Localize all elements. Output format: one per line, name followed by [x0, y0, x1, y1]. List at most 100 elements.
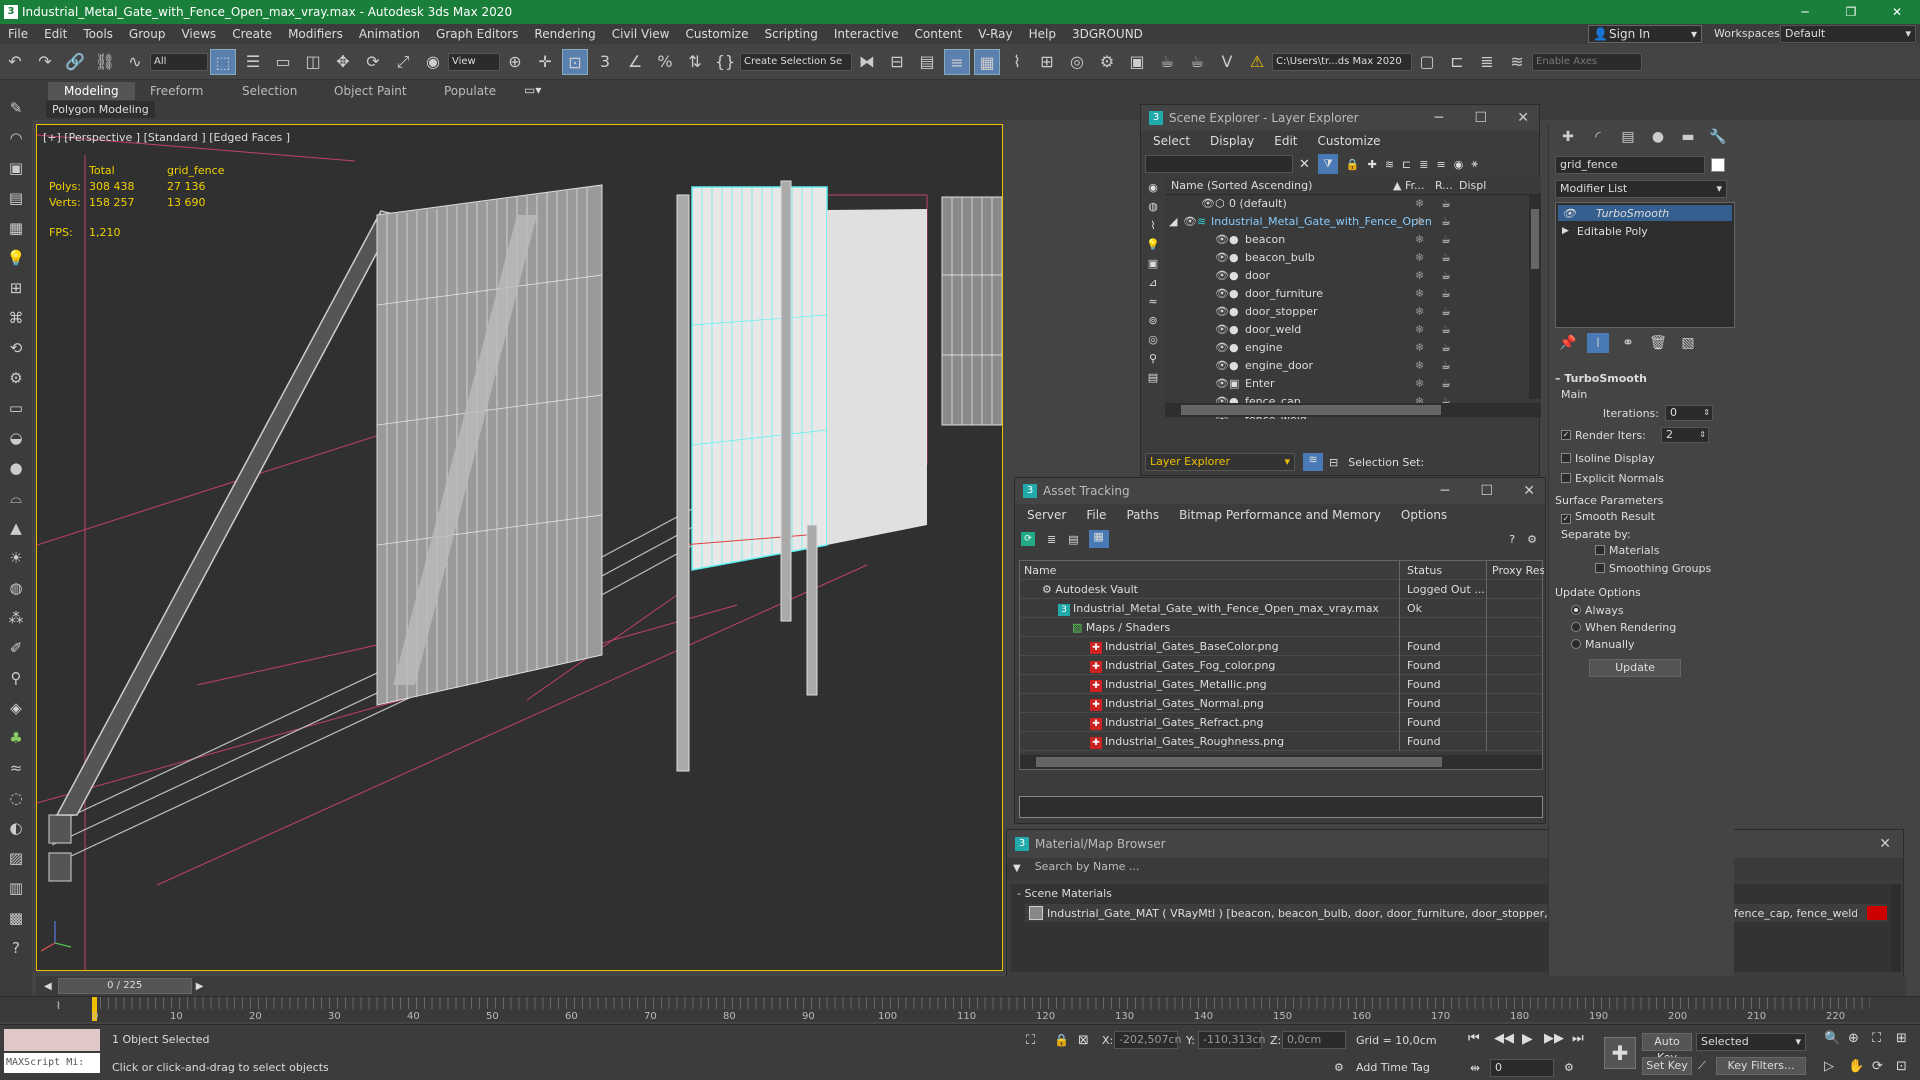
zoom-extents-icon[interactable]: ⛶	[1872, 1031, 1881, 1046]
tab-populate[interactable]: Populate	[428, 82, 512, 100]
explicit-normals-checkbox[interactable]	[1561, 473, 1571, 483]
material-icon[interactable]: ◐	[4, 816, 28, 840]
asset-row[interactable]: ✚ Industrial_Gates_Roughness.png Found	[1020, 732, 1542, 751]
vray-icon[interactable]: V	[1214, 49, 1240, 75]
materials-checkbox[interactable]	[1595, 545, 1605, 555]
motion-tab-icon[interactable]: ●	[1647, 127, 1669, 147]
sort-icon[interactable]: ≣	[1419, 158, 1428, 171]
y-coordinate-field[interactable]: -110,313cn	[1198, 1031, 1265, 1049]
project-folder-icon[interactable]: ▢	[1414, 49, 1440, 75]
freeze-icon[interactable]: ❄	[1415, 285, 1424, 303]
freeze-icon[interactable]: ❄	[1415, 321, 1424, 339]
lights-icon[interactable]: 💡	[1143, 238, 1163, 251]
render-icon[interactable]: ☕	[1441, 321, 1451, 339]
shapes-icon[interactable]: ⌇	[1143, 219, 1163, 232]
cloth-icon[interactable]: ◌	[4, 786, 28, 810]
eye-icon[interactable]: 👁	[1183, 213, 1197, 231]
layers-toggle-icon[interactable]: ≋	[1303, 453, 1323, 471]
object-name-field[interactable]: grid_fence	[1555, 156, 1705, 174]
settings-icon[interactable]: ▩	[4, 906, 28, 930]
always-radio[interactable]	[1571, 605, 1581, 615]
eye-icon[interactable]: 👁	[1215, 375, 1229, 393]
eye-icon[interactable]: 👁	[1215, 321, 1229, 339]
modify-tab-icon[interactable]: ◜	[1587, 127, 1609, 147]
asset-row[interactable]: ✚ Industrial_Gates_Normal.png Found	[1020, 694, 1542, 713]
freeze-icon[interactable]: ❄	[1415, 303, 1424, 321]
next-frame-icon[interactable]: ▶	[196, 981, 204, 992]
render-icon[interactable]: ☕	[1441, 303, 1451, 321]
reference-coord-select[interactable]: View	[448, 53, 500, 71]
configure-sets-icon[interactable]: ▧	[1677, 333, 1699, 353]
sync-icon[interactable]: ⚹	[1471, 157, 1478, 171]
cone-icon[interactable]: ◒	[4, 426, 28, 450]
cameras-icon[interactable]: ▣	[1143, 257, 1163, 270]
hierarchy-tab-icon[interactable]: ▤	[1617, 127, 1639, 147]
asset-row[interactable]: ✚ Industrial_Gates_Fog_color.png Found	[1020, 656, 1542, 675]
update-button[interactable]: Update	[1589, 659, 1681, 677]
eye-icon[interactable]: 👁	[1215, 339, 1229, 357]
modifier-list-select[interactable]: Modifier List ▾	[1555, 180, 1727, 198]
vertical-scrollbar[interactable]	[1529, 195, 1541, 399]
stack-item-turbosmooth[interactable]: 👁 TurboSmooth	[1558, 205, 1732, 221]
clear-search-icon[interactable]: ✕	[1299, 157, 1310, 172]
render-iters-spinner[interactable]: 2 ⇕	[1661, 427, 1709, 443]
menu-file[interactable]: File	[1076, 505, 1116, 525]
stack-icon[interactable]: ≋	[1504, 49, 1530, 75]
scrollbar-thumb[interactable]	[1181, 405, 1441, 415]
smooth-result-checkbox[interactable]: ✓	[1561, 514, 1571, 524]
select-manipulate-icon[interactable]: ✛	[532, 49, 558, 75]
add-time-tag[interactable]: Add Time Tag	[1356, 1061, 1430, 1074]
perspective-viewport[interactable]: [+] [Perspective ] [Standard ] [Edged Fa…	[36, 124, 1003, 971]
chevron-down-icon[interactable]: ▼	[1013, 863, 1021, 874]
render-icon[interactable]: ☕	[1441, 285, 1451, 303]
scrollbar-thumb[interactable]	[1036, 757, 1442, 767]
material-browser-titlebar[interactable]: 3 Material/Map Browser ✕	[1007, 830, 1903, 858]
globe-icon[interactable]: ◈	[4, 696, 28, 720]
render-icon[interactable]: ☕	[1441, 231, 1451, 249]
window-crossing-icon[interactable]: ◫	[300, 49, 326, 75]
minimize-icon[interactable]: ─	[1435, 105, 1443, 131]
render-iterative-icon[interactable]: ☕	[1184, 49, 1210, 75]
link-icon[interactable]: 🔗	[62, 49, 88, 75]
list-view-icon[interactable]: ≣	[1047, 533, 1056, 546]
set-key-button[interactable]: ✚	[1604, 1037, 1636, 1069]
rotate-icon[interactable]: ⟳	[360, 49, 386, 75]
col-name[interactable]: Name	[1020, 561, 1400, 580]
menu-scripting[interactable]: Scripting	[756, 24, 825, 44]
hierarchy-icon[interactable]: ▣	[4, 156, 28, 180]
vray-strip-icon[interactable]: ▥	[4, 876, 28, 900]
smoothing-groups-checkbox[interactable]	[1595, 563, 1605, 573]
menu-bitmap-performance[interactable]: Bitmap Performance and Memory	[1169, 505, 1391, 525]
angle-snap-icon[interactable]: ∠	[622, 49, 648, 75]
remove-modifier-icon[interactable]: 🗑	[1647, 333, 1669, 353]
menu-group[interactable]: Group	[121, 24, 174, 44]
material-search-input[interactable]: Search by Name ...	[1031, 859, 1891, 877]
display-tab-icon[interactable]: ▬	[1677, 127, 1699, 147]
menu-edit[interactable]: Edit	[36, 24, 75, 44]
selection-filter-select[interactable]: All	[150, 53, 208, 71]
freeze-icon[interactable]: ❄	[1415, 375, 1424, 393]
tree-row[interactable]: 👁 ● door_furniture ❄ ☕	[1165, 285, 1541, 303]
render-icon[interactable]: ☕	[1441, 249, 1451, 267]
maximize-viewport-icon[interactable]: ⊡	[1896, 1059, 1907, 1074]
eye-icon[interactable]: 👁	[1562, 207, 1576, 220]
modify-icon[interactable]: ◠	[4, 126, 28, 150]
vertical-scrollbar[interactable]	[1891, 884, 1901, 972]
render-iters-checkbox[interactable]: ✓	[1561, 430, 1571, 440]
col-freeze[interactable]: Fr...	[1405, 177, 1425, 195]
play-icon[interactable]: ▶	[1522, 1031, 1533, 1047]
tree-row[interactable]: 👁 ● door_stopper ❄ ☕	[1165, 303, 1541, 321]
time-slider-thumb[interactable]: 0 / 225	[57, 978, 192, 994]
x-coordinate-field[interactable]: -202,507cn	[1114, 1031, 1181, 1049]
tab-selection[interactable]: Selection	[226, 82, 313, 100]
menu-views[interactable]: Views	[173, 24, 224, 44]
edit-named-selection-icon[interactable]: {}	[712, 49, 738, 75]
viewport-label[interactable]: [+] [Perspective ] [Standard ] [Edged Fa…	[43, 131, 290, 144]
stack-icon[interactable]: ≡	[1436, 158, 1445, 171]
close-button[interactable]: ✕	[1874, 0, 1920, 24]
spinner-arrows-icon[interactable]: ⇕	[1699, 428, 1706, 442]
light-icon[interactable]: 💡	[4, 246, 28, 270]
freeze-icon[interactable]: ❄	[1415, 339, 1424, 357]
asset-row[interactable]: ▨ Maps / Shaders	[1020, 618, 1542, 637]
prev-frame-icon[interactable]: ◀	[44, 981, 52, 992]
